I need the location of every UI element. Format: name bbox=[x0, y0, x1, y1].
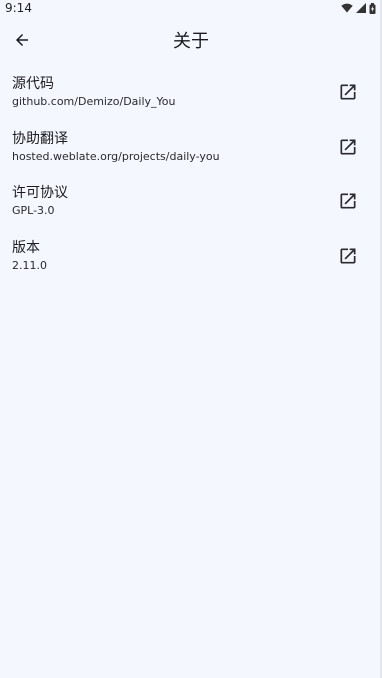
status-time: 9:14 bbox=[5, 1, 32, 15]
item-subtitle: 2.11.0 bbox=[12, 258, 47, 272]
list-item-version[interactable]: 版本 2.11.0 bbox=[0, 229, 382, 284]
list-item-license[interactable]: 许可协议 GPL-3.0 bbox=[0, 174, 382, 229]
item-title: 协助翻译 bbox=[12, 130, 68, 147]
about-list: 源代码 github.com/Demizo/Daily_You 协助翻译 hos… bbox=[0, 65, 382, 283]
item-title: 许可协议 bbox=[12, 185, 68, 201]
app-bar: 关于 bbox=[0, 24, 382, 60]
item-subtitle: hosted.weblate.org/projects/daily-you bbox=[12, 149, 220, 163]
open-in-new-icon[interactable] bbox=[338, 137, 358, 157]
item-subtitle: GPL-3.0 bbox=[12, 204, 55, 217]
open-in-new-icon[interactable] bbox=[338, 246, 358, 266]
item-title: 版本 bbox=[12, 239, 40, 256]
status-bar: 9:14 bbox=[0, 0, 382, 16]
item-subtitle: github.com/Demizo/Daily_You bbox=[12, 95, 176, 108]
open-in-new-icon[interactable] bbox=[338, 82, 358, 102]
signal-icon bbox=[356, 3, 366, 13]
list-item-source-code[interactable]: 源代码 github.com/Demizo/Daily_You bbox=[0, 65, 382, 120]
page-title: 关于 bbox=[173, 31, 209, 52]
item-title: 源代码 bbox=[12, 76, 54, 92]
status-icons bbox=[341, 2, 376, 14]
wifi-icon bbox=[341, 3, 353, 13]
list-item-translate[interactable]: 协助翻译 hosted.weblate.org/projects/daily-y… bbox=[0, 120, 382, 175]
open-in-new-icon[interactable] bbox=[338, 191, 358, 211]
battery-icon bbox=[369, 2, 376, 14]
